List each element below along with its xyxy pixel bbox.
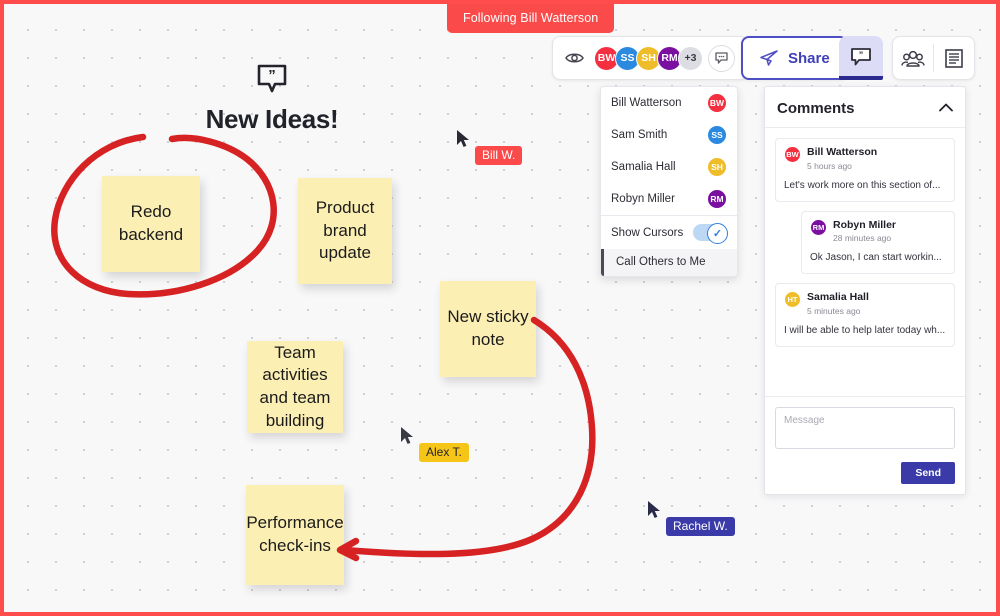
comment-text: Let's work more on this section of... — [784, 179, 941, 191]
remote-cursor: Bill W. — [456, 129, 523, 165]
quote-bubble-icon: ” — [257, 64, 287, 93]
comment-author-block: RM Robyn Miller 28 minutes ago — [810, 218, 946, 244]
comments-panel[interactable]: Comments BW Bill Watterson 5 hours ago L… — [764, 86, 966, 495]
cursor-pointer-icon — [457, 130, 469, 147]
following-banner: Following Bill Watterson — [447, 4, 615, 33]
people-group-icon[interactable] — [893, 37, 933, 79]
call-others-to-me-item[interactable]: Call Others to Me — [601, 249, 737, 276]
presence-member-name: Sam Smith — [611, 129, 668, 141]
comment-text: Ok Jason, I can start workin... — [810, 252, 942, 264]
presence-member-name: Bill Watterson — [611, 97, 682, 109]
toggle-knob: ✓ — [707, 223, 728, 244]
svg-text:”: ” — [268, 67, 276, 84]
show-cursors-label: Show Cursors — [611, 226, 684, 239]
avatar: RM — [707, 189, 727, 209]
show-cursors-row[interactable]: Show Cursors ✓ — [601, 216, 737, 249]
sticky-note[interactable]: Redo backend — [102, 176, 200, 272]
avatar: BW — [784, 146, 801, 163]
avatar: SS — [707, 125, 727, 145]
chat-bubble-icon[interactable] — [708, 44, 735, 72]
show-cursors-toggle[interactable]: ✓ — [693, 223, 728, 244]
message-input[interactable] — [775, 407, 955, 449]
remote-cursor-label: Rachel W. — [666, 517, 735, 536]
sticky-note-text: New sticky note — [447, 307, 529, 349]
sticky-note[interactable]: Performance check-ins — [246, 485, 344, 585]
send-button[interactable]: Send — [901, 462, 955, 484]
presence-toolbar[interactable]: BW SS SH RM +3 — [552, 36, 748, 80]
presence-member-name: Samalia Hall — [611, 161, 676, 173]
comments-panel-title: Comments — [777, 99, 855, 117]
comment-text: I will be able to help later today wh... — [784, 324, 946, 336]
comment-timestamp: 5 minutes ago — [807, 305, 861, 316]
presence-member-row[interactable]: Bill Watterson BW — [601, 87, 737, 119]
svg-text:”: ” — [859, 50, 864, 60]
share-button-label: Share — [788, 49, 830, 67]
sticky-note[interactable]: Team activities and team building — [247, 341, 343, 433]
comment-timestamp: 5 hours ago — [807, 160, 852, 171]
comments-panel-header[interactable]: Comments — [765, 87, 965, 128]
presence-dropdown[interactable]: Bill Watterson BW Sam Smith SS Samalia Hall S… — [600, 86, 738, 277]
page-title: New Ideas! — [205, 104, 339, 134]
comment-list[interactable]: BW Bill Watterson 5 hours ago Let's work… — [765, 128, 965, 396]
avatar-strip[interactable]: BW SS SH RM — [594, 45, 682, 71]
comment-author-name: Bill Watterson — [807, 146, 878, 158]
remote-cursor-label: Bill W. — [475, 146, 523, 165]
comment-author-name: Robyn Miller — [833, 218, 897, 231]
avatar: HT — [784, 291, 801, 309]
comment-item[interactable]: RM Robyn Miller 28 minutes ago Ok Jason,… — [801, 210, 955, 275]
presence-member-name: Robyn Miller — [611, 193, 675, 205]
comment-bubble-icon: ” — [851, 47, 871, 65]
eye-icon[interactable] — [565, 51, 584, 65]
sticky-note-text: Product brand update — [315, 198, 375, 263]
comment-composer[interactable]: Send — [765, 396, 965, 494]
paper-plane-icon — [760, 50, 778, 66]
comment-timestamp: 28 minutes ago — [833, 233, 892, 244]
avatar: RM — [810, 218, 827, 236]
avatar: BW — [707, 93, 727, 113]
comment-item[interactable]: BW Bill Watterson 5 hours ago Let's work… — [775, 138, 955, 202]
presence-member-row[interactable]: Sam Smith SS — [601, 119, 737, 151]
remote-cursor: Rachel W. — [647, 500, 735, 536]
presence-member-row[interactable]: Robyn Miller RM — [601, 183, 737, 215]
presence-member-row[interactable]: Samalia Hall SH — [601, 151, 737, 183]
comment-author-name: Samalia Hall — [807, 291, 869, 304]
sticky-note-text: Team activities and team building — [259, 342, 331, 430]
cursor-pointer-icon — [648, 501, 660, 518]
remote-cursor: Alex T. — [400, 426, 469, 462]
share-button[interactable]: Share — [741, 36, 848, 80]
avatar: SH — [707, 157, 727, 177]
whiteboard-app: ” New Ideas! Redo backend Product brand u… — [0, 0, 1000, 616]
sticky-note[interactable]: New sticky note — [440, 281, 536, 377]
comment-author-block: HT Samalia Hall 5 minutes ago — [784, 291, 946, 316]
board-title-block: ” New Ideas! — [154, 62, 390, 135]
sticky-note[interactable]: Product brand update — [298, 178, 392, 284]
sticky-note-text: Performance check-ins — [246, 513, 344, 555]
comment-author-block: BW Bill Watterson 5 hours ago — [784, 146, 946, 171]
remote-cursor-label: Alex T. — [419, 443, 469, 462]
chevron-up-icon[interactable] — [939, 99, 953, 117]
presence-member-list[interactable]: Bill Watterson BW Sam Smith SS Samalia Hall S… — [601, 87, 737, 215]
document-lines-icon[interactable] — [934, 37, 974, 79]
comment-item[interactable]: HT Samalia Hall 5 minutes ago I will be … — [775, 283, 955, 347]
right-tool-group[interactable] — [892, 36, 975, 80]
cursor-pointer-icon — [401, 427, 413, 444]
tab-comments[interactable]: ” — [839, 36, 883, 80]
avatar-overflow-count[interactable]: +3 — [678, 45, 703, 71]
sticky-note-text: Redo backend — [118, 202, 184, 244]
